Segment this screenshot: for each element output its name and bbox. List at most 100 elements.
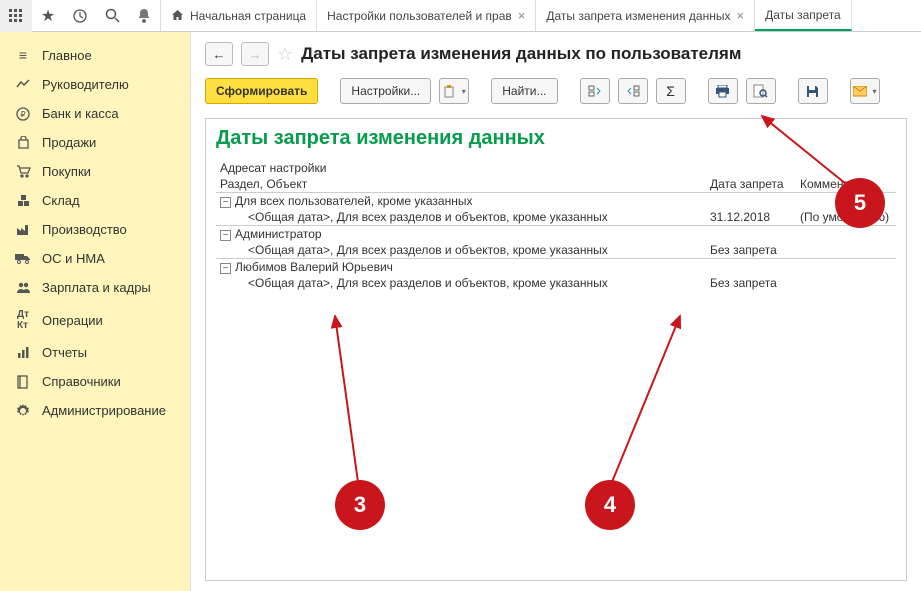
truck-icon bbox=[14, 253, 32, 264]
collapse-toggle-icon[interactable]: − bbox=[220, 263, 231, 274]
apps-icon[interactable] bbox=[0, 0, 32, 32]
menu-icon: ≡ bbox=[14, 47, 32, 63]
annotation-badge-3: 3 bbox=[335, 480, 385, 530]
table-row[interactable]: <Общая дата>, Для всех разделов и объект… bbox=[216, 275, 896, 291]
print-preview-button[interactable] bbox=[746, 78, 776, 104]
cell-child: <Общая дата>, Для всех разделов и объект… bbox=[216, 209, 706, 226]
collapse-toggle-icon[interactable]: − bbox=[220, 197, 231, 208]
sidebar-item-production[interactable]: Производство bbox=[0, 215, 190, 244]
book-icon bbox=[14, 375, 32, 389]
report-title: Даты запрета изменения данных bbox=[216, 127, 896, 150]
favorite-star-icon[interactable]: ☆ bbox=[277, 44, 293, 65]
home-icon bbox=[171, 9, 184, 22]
collapse-icon bbox=[626, 85, 640, 97]
col-date: Дата запрета bbox=[706, 160, 796, 193]
tab-dates-lock[interactable]: Даты запрета изменения данных × bbox=[536, 0, 755, 31]
tab-home[interactable]: Начальная страница bbox=[161, 0, 317, 31]
table-header-row: Адресат настройки Дата запрета Комментар bbox=[216, 160, 896, 176]
cell-date: 31.12.2018 bbox=[706, 209, 796, 226]
history-icon[interactable] bbox=[64, 0, 96, 32]
floppy-icon bbox=[806, 85, 819, 98]
tab-label: Начальная страница bbox=[190, 9, 306, 23]
bag-icon bbox=[14, 136, 32, 150]
bell-icon[interactable] bbox=[128, 0, 160, 32]
cell-child: <Общая дата>, Для всех разделов и объект… bbox=[216, 275, 706, 291]
settings-button[interactable]: Настройки... bbox=[340, 78, 431, 104]
top-icon-strip: ★ bbox=[0, 0, 161, 31]
table-row[interactable]: <Общая дата>, Для всех разделов и объект… bbox=[216, 242, 896, 259]
table-row[interactable]: −Любимов Валерий Юрьевич bbox=[216, 259, 896, 276]
factory-icon bbox=[14, 224, 32, 236]
boxes-icon bbox=[14, 194, 32, 207]
sidebar-item-warehouse[interactable]: Склад bbox=[0, 186, 190, 215]
cell-date: Без запрета bbox=[706, 242, 796, 259]
sidebar: ≡ Главное Руководителю ₽ Банк и касса Пр bbox=[0, 32, 191, 591]
sidebar-item-operations[interactable]: ДтКт Операции bbox=[0, 302, 190, 338]
page-zoom-icon bbox=[753, 84, 768, 98]
table-row[interactable]: <Общая дата>, Для всех разделов и объект… bbox=[216, 209, 896, 226]
cell-date: Без запрета bbox=[706, 275, 796, 291]
cart-icon bbox=[14, 165, 32, 178]
cell-group: Администратор bbox=[235, 227, 322, 241]
settings-dropdown-button[interactable]: ▾ bbox=[439, 78, 469, 104]
sidebar-item-label: ОС и НМА bbox=[42, 251, 105, 266]
gear-icon bbox=[14, 404, 32, 418]
search-icon[interactable] bbox=[96, 0, 128, 32]
report-table: Адресат настройки Дата запрета Комментар… bbox=[216, 160, 896, 291]
find-button[interactable]: Найти... bbox=[491, 78, 557, 104]
people-icon bbox=[14, 282, 32, 294]
tab-user-settings[interactable]: Настройки пользователей и прав × bbox=[317, 0, 536, 31]
bars-icon bbox=[14, 347, 32, 359]
chart-line-icon bbox=[14, 79, 32, 91]
cell-comment bbox=[796, 275, 896, 291]
close-icon[interactable]: × bbox=[518, 8, 526, 23]
expand-button[interactable] bbox=[580, 78, 610, 104]
back-button[interactable]: ← bbox=[205, 42, 233, 66]
collapse-toggle-icon[interactable]: − bbox=[220, 230, 231, 241]
save-button[interactable] bbox=[798, 78, 828, 104]
tab-label: Даты запрета изменения данных bbox=[546, 9, 730, 23]
top-bar: ★ Начальная страница Настройки пользоват… bbox=[0, 0, 921, 32]
sidebar-item-assets[interactable]: ОС и НМА bbox=[0, 244, 190, 273]
svg-text:₽: ₽ bbox=[20, 110, 25, 119]
cell-group: Любимов Валерий Юрьевич bbox=[235, 260, 393, 274]
mail-icon bbox=[853, 86, 867, 97]
send-button[interactable]: ▾ bbox=[850, 78, 880, 104]
table-row[interactable]: −Администратор bbox=[216, 226, 896, 243]
ruble-icon: ₽ bbox=[14, 107, 32, 121]
sidebar-item-purchases[interactable]: Покупки bbox=[0, 157, 190, 186]
sidebar-item-bank[interactable]: ₽ Банк и касса bbox=[0, 99, 190, 128]
sidebar-item-label: Администрирование bbox=[42, 403, 166, 418]
cell-child: <Общая дата>, Для всех разделов и объект… bbox=[216, 242, 706, 259]
tab-dates-active[interactable]: Даты запрета bbox=[755, 0, 852, 31]
close-icon[interactable]: × bbox=[736, 8, 744, 23]
sidebar-item-label: Справочники bbox=[42, 374, 121, 389]
sidebar-item-manager[interactable]: Руководителю bbox=[0, 70, 190, 99]
generate-button[interactable]: Сформировать bbox=[205, 78, 318, 104]
page-header: ← → ☆ Даты запрета изменения данных по п… bbox=[205, 42, 907, 66]
sidebar-item-reports[interactable]: Отчеты bbox=[0, 338, 190, 367]
print-button[interactable] bbox=[708, 78, 738, 104]
sidebar-item-sales[interactable]: Продажи bbox=[0, 128, 190, 157]
main-content: ← → ☆ Даты запрета изменения данных по п… bbox=[191, 32, 921, 591]
annotation-badge-4: 4 bbox=[585, 480, 635, 530]
sidebar-item-label: Склад bbox=[42, 193, 80, 208]
collapse-button[interactable] bbox=[618, 78, 648, 104]
col-section: Раздел, Объект bbox=[216, 176, 706, 193]
star-icon[interactable]: ★ bbox=[32, 0, 64, 32]
sidebar-item-refs[interactable]: Справочники bbox=[0, 367, 190, 396]
sidebar-item-label: Продажи bbox=[42, 135, 96, 150]
forward-button[interactable]: → bbox=[241, 42, 269, 66]
sidebar-item-main[interactable]: ≡ Главное bbox=[0, 40, 190, 70]
sum-button[interactable]: Σ bbox=[656, 78, 686, 104]
sidebar-item-label: Банк и касса bbox=[42, 106, 119, 121]
table-row[interactable]: −Для всех пользователей, кроме указанных bbox=[216, 193, 896, 210]
sidebar-item-admin[interactable]: Администрирование bbox=[0, 396, 190, 425]
sidebar-item-label: Главное bbox=[42, 48, 92, 63]
report-area: Даты запрета изменения данных Адресат на… bbox=[205, 118, 907, 581]
sidebar-item-salary[interactable]: Зарплата и кадры bbox=[0, 273, 190, 302]
sidebar-item-label: Руководителю bbox=[42, 77, 129, 92]
sidebar-item-label: Отчеты bbox=[42, 345, 87, 360]
col-recipient: Адресат настройки bbox=[216, 160, 706, 176]
toolbar: Сформировать Настройки... ▾ Найти... Σ bbox=[205, 78, 907, 104]
